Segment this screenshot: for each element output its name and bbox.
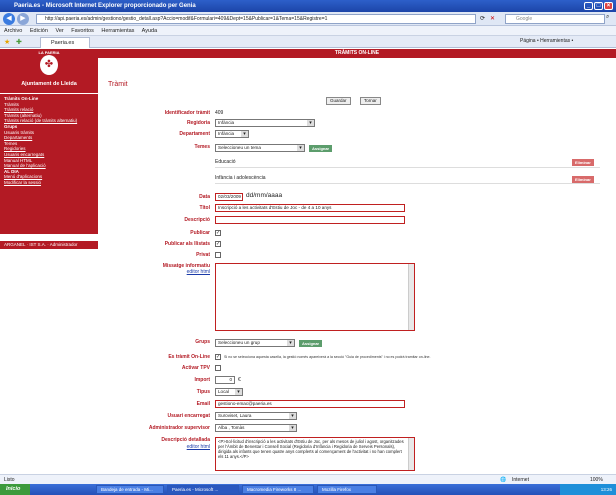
back-icon[interactable]: ◀ xyxy=(3,13,15,25)
tpv-checkbox[interactable] xyxy=(215,365,221,371)
tipus-select[interactable]: Local xyxy=(215,388,243,396)
temes-select[interactable]: Seleccioneu un tema xyxy=(215,144,305,152)
forward-icon[interactable]: ▶ xyxy=(17,13,29,25)
search-input[interactable]: Google xyxy=(505,14,605,24)
email-label: Email xyxy=(196,401,210,407)
menu-archivo[interactable]: Archivo xyxy=(4,28,22,34)
online-checkbox[interactable]: ✓ xyxy=(215,354,221,360)
menu-herramientas[interactable]: Herramientas xyxy=(101,28,134,34)
id-value: 409 xyxy=(215,110,224,116)
description-input[interactable] xyxy=(215,216,405,224)
import-label: Import xyxy=(194,377,210,383)
admin-label: Administrador supervisor xyxy=(148,425,210,431)
tipus-label: Tipus xyxy=(196,389,210,395)
task-item[interactable]: Bandeja de entrada - Mi... xyxy=(96,485,164,494)
admin-select[interactable]: Alba , Tomàs xyxy=(215,424,297,432)
tab-paeria[interactable]: Paeria.es xyxy=(40,37,90,48)
editor-html-link[interactable]: editor html xyxy=(150,444,210,450)
assign-tema-button[interactable]: Assignar xyxy=(309,145,333,152)
menu-bar: Archivo Edición Ver Favoritos Herramient… xyxy=(0,26,616,36)
taskbar: Inicio Bandeja de entrada - Mi... Paeria… xyxy=(0,484,616,495)
search-icon[interactable]: ⌕ xyxy=(606,14,609,21)
date-format-hint: dd/mm/aaaa xyxy=(246,192,283,199)
add-favorite-icon[interactable]: ✚ xyxy=(16,38,22,46)
online-note: Si no se selecciona aquesta casella, la … xyxy=(224,355,431,359)
departament-select[interactable]: Infància xyxy=(215,130,249,138)
tab-label: Paeria.es xyxy=(51,40,75,46)
menu-ayuda[interactable]: Ayuda xyxy=(142,28,158,34)
save-button[interactable]: Guardar xyxy=(326,97,351,105)
favorites-star-icon[interactable]: ★ xyxy=(4,38,10,46)
tab-bar: ★ ✚ Paeria.es Página • Herramientas • xyxy=(0,36,616,48)
tema-item: Infància i adolescència xyxy=(215,175,266,181)
toolbar-right-menu[interactable]: Página • Herramientas • xyxy=(520,38,573,44)
sidebar-title: Ajuntament de Lleida xyxy=(21,81,77,87)
delete-tema-button[interactable]: Eliminar xyxy=(572,159,594,166)
detall-textarea[interactable]: <P>Sol·licitud d'inscripció a les activi… xyxy=(215,437,415,471)
title-input[interactable]: Inscripció a les activitats d'Estiu de J… xyxy=(215,204,405,212)
publicar-checkbox[interactable]: ✓ xyxy=(215,230,221,236)
privat-label: Privat xyxy=(196,252,210,258)
editor-html-link[interactable]: editor html xyxy=(150,269,210,275)
publicar-llistats-checkbox[interactable]: ✓ xyxy=(215,241,221,247)
date-input[interactable]: 02/03/2009 xyxy=(215,193,243,201)
window-title: Paeria.es - Microsoft Internet Explorer … xyxy=(14,3,196,9)
menu-ver[interactable]: Ver xyxy=(55,28,63,34)
import-input[interactable]: 0 xyxy=(215,376,235,384)
window-title-bar: Paeria.es - Microsoft Internet Explorer … xyxy=(0,0,616,12)
temes-label: Temes xyxy=(194,144,210,150)
detall-label: Descripció detallada xyxy=(161,437,210,443)
usuari-select[interactable]: Suroviset, Laura xyxy=(215,412,297,420)
regidoria-select[interactable]: Infància xyxy=(215,119,315,127)
menu-edicion[interactable]: Edición xyxy=(30,28,48,34)
assign-grup-button[interactable]: Assignar xyxy=(299,340,323,347)
delete-tema-button[interactable]: Eliminar xyxy=(572,176,594,183)
page-banner: TRÀMITS ON-LINE xyxy=(98,49,616,58)
departament-label: Departament xyxy=(179,131,210,137)
status-bar: Listo 🌐 Internet 100% xyxy=(0,474,616,484)
usuari-label: Usuari encarregat xyxy=(167,413,210,419)
start-button[interactable]: Inicio xyxy=(0,484,30,495)
menu-favoritos[interactable]: Favoritos xyxy=(71,28,94,34)
missatge-textarea[interactable] xyxy=(215,263,415,331)
task-item[interactable]: Macromedia Fireworks 8 ... xyxy=(242,485,314,494)
address-bar-row: ◀ ▶ http://api.paeria.es/admin/gestiono/… xyxy=(0,12,616,26)
email-input[interactable]: gestiono-emac@paeria.es xyxy=(215,400,405,408)
publicar-llistats-label: Publicar als llistats xyxy=(164,241,210,247)
back-button[interactable]: Tornar xyxy=(360,97,381,105)
minimize-icon[interactable]: _ xyxy=(584,2,593,10)
regidoria-label: Regidoria xyxy=(186,120,210,126)
system-tray: 13:26 xyxy=(560,484,616,495)
grups-select[interactable]: Seleccioneu un grup xyxy=(215,339,295,347)
import-unit: € xyxy=(238,377,241,383)
status-text: Listo xyxy=(4,477,15,483)
clock: 13:26 xyxy=(600,487,612,492)
sidebar-item[interactable]: Modificar la sessió xyxy=(0,180,98,186)
grups-label: Grups xyxy=(195,339,210,345)
maximize-icon[interactable]: □ xyxy=(594,2,603,10)
page-title: Tràmit xyxy=(108,81,128,88)
data-label: Data xyxy=(199,194,210,200)
task-item-active[interactable]: Paeria.es - Microsoft ... xyxy=(167,485,239,494)
refresh-icon[interactable]: ⟳ xyxy=(480,15,485,22)
city-crest-icon: ✤ xyxy=(40,55,58,75)
publicar-label: Publicar xyxy=(190,230,210,236)
tpv-label: Activar TPV xyxy=(181,365,210,371)
stop-icon[interactable]: ✕ xyxy=(490,15,495,22)
task-item[interactable]: Mozilla Firefox xyxy=(317,485,377,494)
titol-label: Títol xyxy=(199,205,210,211)
tema-item: Educació xyxy=(215,159,236,165)
id-label: Identificador tràmit xyxy=(164,110,210,116)
descripcio-label: Descripció xyxy=(184,217,210,223)
sidebar-header: LA PAERIA ✤ Ajuntament de Lleida xyxy=(0,49,98,93)
main-content: TRÀMITS ON-LINE Tràmit Guardar Tornar Id… xyxy=(98,49,616,474)
close-icon[interactable]: × xyxy=(604,2,613,10)
url-input[interactable]: http://api.paeria.es/admin/gestiono/gest… xyxy=(36,14,476,24)
privat-checkbox[interactable] xyxy=(215,252,221,258)
online-label: Es tràmit On-Line xyxy=(168,354,210,360)
